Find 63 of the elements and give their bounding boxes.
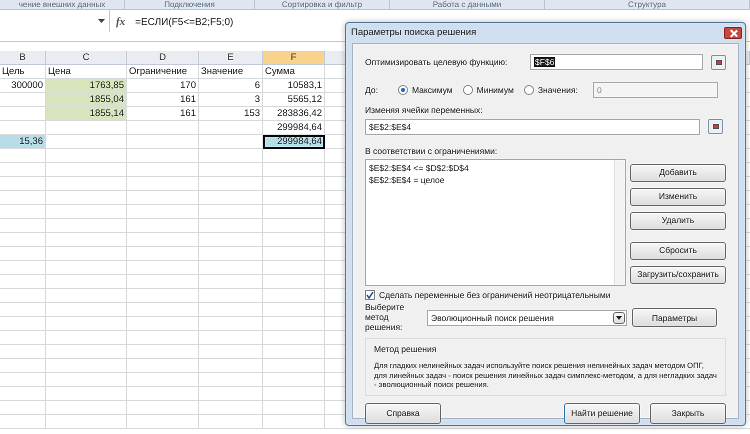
side-button[interactable]: Загрузить/сохранить (630, 266, 726, 284)
list-item[interactable]: $E$2:$E$4 = целое (369, 174, 444, 187)
scrollbar[interactable] (614, 160, 625, 284)
ribbon-group-label: чение внешних данных (0, 0, 125, 9)
radio-option[interactable]: Максимум (398, 84, 453, 96)
dropdown-caret-icon[interactable] (98, 19, 105, 23)
table-cell: 15,36 (0, 135, 46, 149)
column-header[interactable]: F (263, 51, 325, 65)
side-button[interactable]: Добавить (630, 164, 726, 182)
table-cell: 170 (127, 79, 199, 93)
side-button[interactable]: Удалить (630, 212, 726, 230)
side-button[interactable]: Изменить (630, 188, 726, 206)
range-select-icon[interactable] (708, 119, 723, 134)
field-label: В соответствии с ограничениями: (365, 144, 498, 158)
table-cell: Ограничение (127, 65, 199, 79)
field-label: До: (365, 84, 379, 96)
table-cell: 5565,12 (263, 93, 325, 107)
checkbox[interactable] (365, 290, 375, 300)
close-button[interactable] (724, 27, 742, 39)
ribbon-group-label: Сортировка и фильтр (255, 0, 390, 9)
table-cell: 1855,14 (46, 107, 127, 121)
side-button[interactable]: Сбросить (630, 242, 726, 260)
dialog-button[interactable]: Закрыть (650, 402, 726, 424)
ribbon-group-label: Подключения (125, 0, 255, 9)
ribbon-group-label: Структура (545, 0, 750, 9)
table-cell: 1763,85 (46, 79, 127, 93)
table-cell: 161 (127, 107, 199, 121)
table-cell: 299984,64 (263, 135, 325, 149)
field-label: Выберите метод решения: (365, 303, 406, 333)
params-button[interactable]: Параметры (632, 308, 717, 328)
table-cell: 1855,04 (46, 93, 127, 107)
table-cell: Сумма (263, 65, 325, 79)
table-cell: 283836,42 (263, 107, 325, 121)
window-title: Параметры поиска решения (351, 26, 476, 40)
radio-option[interactable]: Значения: (524, 84, 578, 96)
dialog-button[interactable]: Найти решение (564, 402, 640, 424)
dialog-button[interactable]: Справка (365, 402, 441, 424)
checkbox-label: Сделать переменные без ограничений неотрицательными (379, 288, 610, 302)
column-header[interactable]: D (127, 51, 199, 65)
column-header[interactable]: E (199, 51, 263, 65)
insert-function-button[interactable]: fx (110, 10, 132, 41)
column-header[interactable]: C (46, 51, 127, 65)
table-cell: Цель (0, 65, 46, 79)
range-select-icon[interactable] (711, 54, 726, 70)
table-cell: 10583,1 (263, 79, 325, 93)
field-label: Изменяя ячейки переменных: (365, 104, 483, 117)
method-dropdown[interactable]: Эволюционный поиск решения (427, 310, 627, 326)
formula-text: =ЕСЛИ(F5<=B2;F5;0) (134, 16, 234, 30)
list-item[interactable]: $E$2:$E$4 <= $D$2:$D$4 (369, 162, 469, 174)
constraints-list[interactable]: $E$2:$E$4 <= $D$2:$D$4 $E$2:$E$4 = целое (365, 158, 626, 286)
variables-field[interactable]: $E$2:$E$4 (365, 118, 700, 135)
column-header[interactable]: B (0, 51, 46, 65)
objective-field[interactable]: $F$6 (530, 54, 704, 70)
table-cell: 3 (199, 93, 263, 107)
table-cell: 153 (199, 107, 263, 121)
table-cell: 161 (127, 93, 199, 107)
table-cell: Значение (199, 65, 263, 79)
table-cell: 6 (199, 79, 263, 93)
ribbon-group-label: Работа с данными (390, 0, 545, 9)
dropdown-caret-icon[interactable] (613, 312, 625, 324)
radio-option[interactable]: Минимум (462, 84, 514, 96)
group-title: Метод решения (374, 342, 438, 356)
field-label: Оптимизировать целевую функцию: (365, 56, 508, 68)
